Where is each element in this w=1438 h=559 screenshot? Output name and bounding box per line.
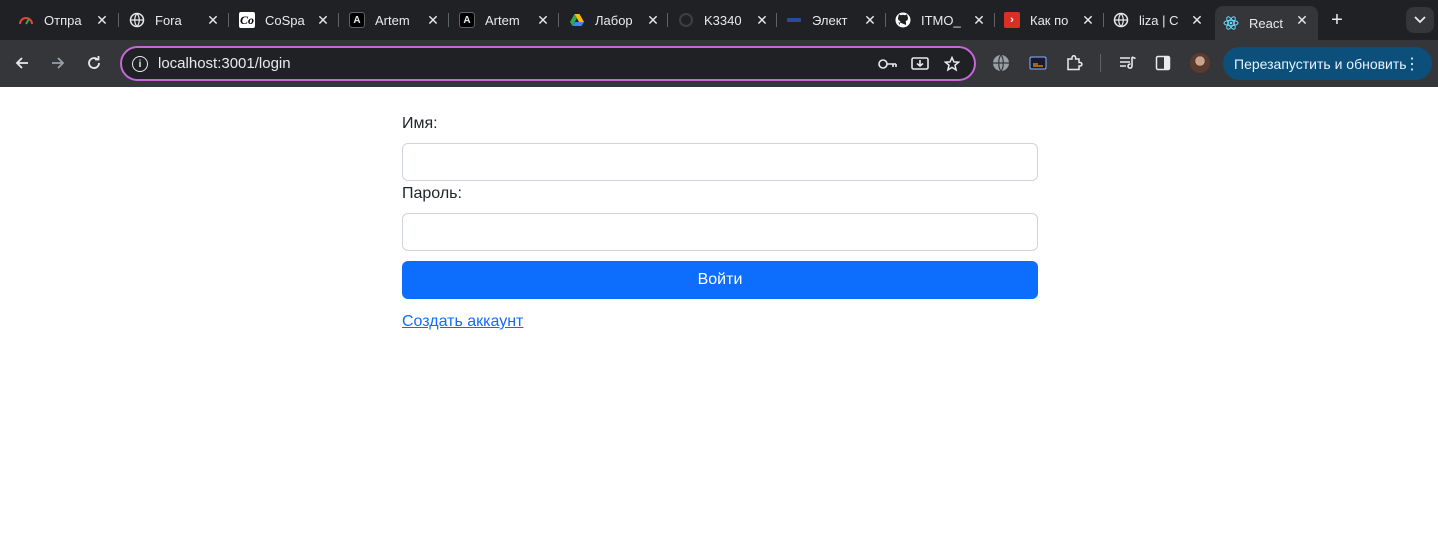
google-drive-icon [569, 12, 585, 28]
new-tab-button[interactable]: + [1327, 10, 1347, 30]
tab-title: Artem [485, 12, 520, 28]
browser-tab[interactable]: liza | C ✕ [1095, 6, 1213, 34]
tab-title: CoSpa [265, 12, 305, 28]
browser-tab[interactable]: Co CoSpa ✕ [221, 6, 339, 34]
loading-icon [678, 12, 694, 28]
tab-title: Лабор [595, 12, 633, 28]
tab-title: Отпра [44, 12, 82, 28]
tab-title: Элект [812, 12, 848, 28]
arrow-right-icon [52, 57, 65, 69]
browser-tab[interactable]: Лабор ✕ [551, 6, 669, 34]
globe-icon [129, 12, 145, 28]
more-vertical-icon[interactable]: ⋮ [1404, 54, 1420, 74]
close-icon[interactable]: ✕ [425, 12, 441, 28]
close-icon[interactable]: ✕ [205, 12, 221, 28]
close-icon[interactable]: ✕ [1189, 12, 1205, 28]
relaunch-update-label: Перезапустить и обновить [1234, 55, 1407, 72]
side-panel-icon[interactable] [1152, 52, 1174, 74]
close-icon[interactable]: ✕ [645, 12, 661, 28]
back-button[interactable] [11, 52, 33, 74]
extension-icon[interactable] [1027, 52, 1049, 74]
arrow-left-icon [15, 57, 28, 69]
close-icon[interactable]: ✕ [1080, 12, 1096, 28]
react-icon [1223, 15, 1239, 31]
tab-title: K3340 [704, 12, 742, 28]
name-input[interactable] [402, 143, 1038, 181]
browser-tab[interactable]: ITMO_ ✕ [877, 6, 995, 34]
tab-strip: Отпра ✕ Fora ✕ Co CoSpa ✕ A Artem ✕ A Ar… [0, 0, 1438, 40]
install-app-icon[interactable] [910, 54, 930, 74]
browser-tab[interactable]: Элект ✕ [768, 6, 886, 34]
close-icon[interactable]: ✕ [1294, 12, 1310, 28]
reload-icon [88, 56, 100, 69]
chevron-down-icon [1414, 16, 1426, 24]
password-input[interactable] [402, 213, 1038, 251]
forward-button[interactable] [47, 52, 69, 74]
browser-tab[interactable]: A Artem ✕ [331, 6, 449, 34]
address-bar[interactable]: i localhost:3001/login [120, 46, 976, 81]
tab-title: ITMO_ [921, 12, 961, 28]
close-icon[interactable]: ✕ [535, 12, 551, 28]
github-icon [895, 12, 911, 28]
media-queue-icon[interactable] [1117, 52, 1139, 74]
translate-extension-icon[interactable] [990, 52, 1012, 74]
gauge-icon [18, 12, 34, 28]
page-content: Имя: Пароль: Войти Создать аккаунт [0, 87, 1438, 559]
create-account-link[interactable]: Создать аккаунт [402, 313, 523, 331]
tab-title: Fora [155, 12, 182, 28]
cospace-icon: Co [239, 12, 255, 28]
relaunch-update-button[interactable]: Перезапустить и обновить ⋮ [1223, 47, 1432, 80]
name-label: Имя: [402, 115, 438, 132]
browser-tab[interactable]: K3340 ✕ [660, 6, 778, 34]
site-icon [786, 12, 802, 28]
browser-tab[interactable]: › Как по ✕ [986, 6, 1104, 34]
tab-title: liza | C [1139, 12, 1179, 28]
info-icon[interactable]: i [132, 56, 148, 72]
close-icon[interactable]: ✕ [94, 12, 110, 28]
star-icon[interactable] [942, 54, 962, 74]
tab-title: Artem [375, 12, 410, 28]
browser-tab-active[interactable]: React ✕ [1215, 6, 1318, 40]
login-button[interactable]: Войти [402, 261, 1038, 299]
key-icon[interactable] [878, 54, 898, 74]
letter-a-icon: A [459, 12, 475, 28]
address-url[interactable]: localhost:3001/login [158, 55, 291, 72]
browser-tab[interactable]: Отпра ✕ [0, 6, 118, 34]
tab-title: Как по [1030, 12, 1069, 28]
toolbar-separator [1100, 54, 1101, 72]
puzzle-icon[interactable] [1063, 52, 1085, 74]
letter-a-icon: A [349, 12, 365, 28]
reload-button[interactable] [83, 52, 105, 74]
close-icon[interactable]: ✕ [315, 12, 331, 28]
browser-tab[interactable]: A Artem ✕ [441, 6, 559, 34]
browser-tab[interactable]: Fora ✕ [111, 6, 229, 34]
tab-search-button[interactable] [1406, 7, 1434, 33]
globe-icon [1113, 12, 1129, 28]
password-label: Пароль: [402, 185, 462, 202]
arrow-badge-icon: › [1004, 12, 1020, 28]
profile-avatar[interactable] [1190, 53, 1210, 73]
close-icon[interactable]: ✕ [862, 12, 878, 28]
browser-toolbar: i localhost:3001/login Перезапустить и о… [0, 40, 1438, 87]
close-icon[interactable]: ✕ [971, 12, 987, 28]
